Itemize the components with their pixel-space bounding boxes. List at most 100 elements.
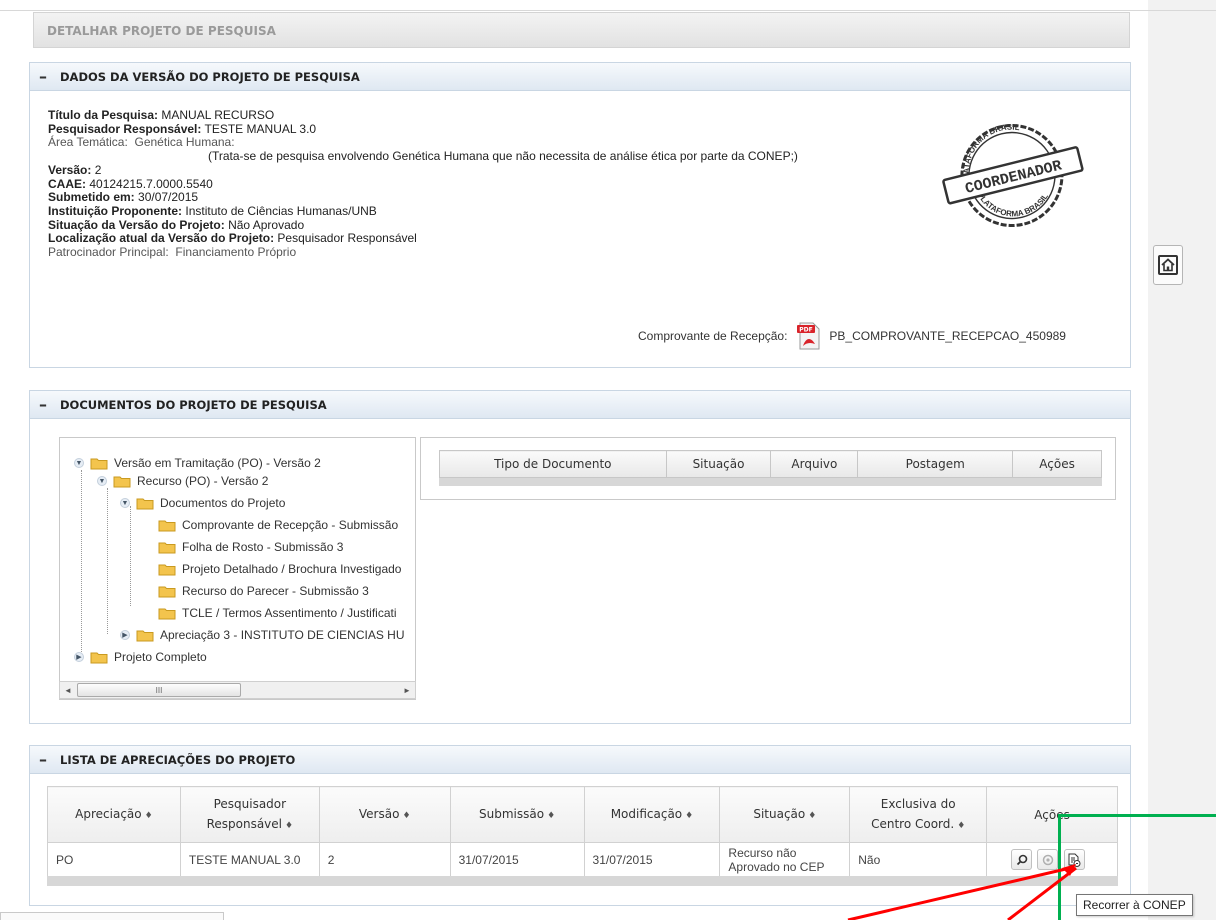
tree-node-tcle[interactable]: TCLE / Termos Assentimento / Justificati bbox=[158, 604, 397, 622]
tree-node-projeto-completo[interactable]: ▶ Projeto Completo bbox=[74, 648, 207, 666]
tree-horizontal-scrollbar[interactable]: ◄ III ► bbox=[59, 681, 416, 699]
document-table-container: Tipo de Documento Situação Arquivo Posta… bbox=[420, 437, 1116, 500]
cell-pesquisador: TESTE MANUAL 3.0 bbox=[179, 842, 320, 877]
scroll-right-button[interactable]: ► bbox=[399, 682, 415, 698]
pdf-badge-text: PDF bbox=[800, 327, 813, 334]
col-tipo-documento[interactable]: Tipo de Documento bbox=[439, 450, 667, 478]
collapsed-arrow-icon[interactable]: ▶ bbox=[120, 630, 130, 640]
col-arquivo[interactable]: Arquivo bbox=[770, 450, 859, 478]
right-gutter bbox=[1148, 0, 1216, 920]
folder-icon bbox=[136, 498, 154, 509]
area-value: Genética Humana: bbox=[134, 135, 235, 150]
expanded-arrow-icon[interactable]: ▼ bbox=[97, 476, 107, 486]
col-apreciacao[interactable]: Apreciação ♦ bbox=[47, 786, 181, 843]
home-button[interactable] bbox=[1153, 245, 1183, 285]
col-situacao[interactable]: Situação bbox=[665, 450, 772, 478]
col-pesquisador[interactable]: Pesquisador Responsável ♦ bbox=[179, 786, 320, 843]
folder-icon bbox=[158, 542, 176, 553]
sort-icon[interactable]: ♦ bbox=[685, 811, 693, 821]
red-arrow-annotation bbox=[847, 864, 1077, 920]
scroll-thumb[interactable]: III bbox=[77, 683, 241, 697]
comprovante-row: Comprovante de Recepção: PDF PB_COMPROVA… bbox=[638, 322, 1066, 350]
submetido-label: Submetido em: bbox=[48, 190, 135, 205]
col-situacao[interactable]: Situação ♦ bbox=[719, 786, 851, 843]
col-versao[interactable]: Versão ♦ bbox=[318, 786, 451, 843]
tree-label: Projeto Detalhado / Brochura Investigado bbox=[182, 562, 402, 576]
cell-apreciacao: PO bbox=[47, 842, 181, 877]
patrocinador-value: Financiamento Próprio bbox=[175, 245, 297, 260]
tree-node-recurso-parecer[interactable]: Recurso do Parecer - Submissão 3 bbox=[158, 582, 369, 600]
page-title: DETALHAR PROJETO DE PESQUISA bbox=[33, 12, 1130, 48]
home-icon bbox=[1158, 255, 1178, 275]
col-submissao[interactable]: Submissão ♦ bbox=[449, 786, 585, 843]
document-table-footer bbox=[439, 478, 1102, 486]
tree-node-apreciacao-3[interactable]: ▶ Apreciação 3 - INSTITUTO DE CIENCIAS H… bbox=[120, 626, 405, 644]
comprovante-file-link[interactable]: PB_COMPROVANTE_RECEPCAO_450989 bbox=[829, 329, 1066, 343]
folder-icon bbox=[90, 652, 108, 663]
col-modificacao[interactable]: Modificação ♦ bbox=[583, 786, 721, 843]
coordenador-stamp: PLATAFORMA BRASIL PLATAFORMA BRASIL COOR… bbox=[942, 119, 1084, 227]
folder-icon bbox=[158, 586, 176, 597]
tree-node-recurso[interactable]: ▼ Recurso (PO) - Versão 2 bbox=[97, 472, 268, 490]
area-note: (Trata-se de pesquisa envolvendo Genétic… bbox=[208, 149, 798, 164]
cell-submissao: 31/07/2015 bbox=[449, 842, 585, 877]
sort-icon[interactable]: ♦ bbox=[402, 811, 410, 821]
sort-icon[interactable]: ♦ bbox=[957, 821, 965, 831]
expanded-arrow-icon[interactable]: ▼ bbox=[74, 458, 84, 468]
version-panel-title: DADOS DA VERSÃO DO PROJETO DE PESQUISA bbox=[60, 69, 360, 84]
tree-label: Versão em Tramitação (PO) - Versão 2 bbox=[114, 456, 321, 470]
cell-versao: 2 bbox=[318, 842, 451, 877]
tree-node-documentos-projeto[interactable]: ▼ Documentos do Projeto bbox=[120, 494, 285, 512]
tree-node-folha-rosto[interactable]: Folha de Rosto - Submissão 3 bbox=[158, 538, 343, 556]
tree-node-projeto-detalhado[interactable]: Projeto Detalhado / Brochura Investigado bbox=[158, 560, 401, 578]
col-postagem[interactable]: Postagem bbox=[857, 450, 1014, 478]
sort-icon[interactable]: ♦ bbox=[808, 811, 816, 821]
cell-modificacao: 31/07/2015 bbox=[583, 842, 721, 877]
patrocinador-label: Patrocinador Principal: bbox=[48, 245, 169, 260]
instituicao-label: Instituição Proponente: bbox=[48, 203, 183, 218]
caae-value: 40124215.7.0000.5540 bbox=[89, 176, 213, 191]
collapse-version-panel-button[interactable]: – bbox=[30, 63, 56, 91]
instituicao-value: Instituto de Ciências Humanas/UNB bbox=[185, 203, 377, 218]
sort-icon[interactable]: ♦ bbox=[547, 811, 555, 821]
tree-label: Documentos do Projeto bbox=[160, 496, 286, 510]
bottom-panel-edge bbox=[0, 912, 224, 920]
version-panel-header: – DADOS DA VERSÃO DO PROJETO DE PESQUISA bbox=[30, 63, 1130, 91]
document-tree[interactable]: ▼ Versão em Tramitação (PO) - Versão 2 ▼… bbox=[59, 437, 416, 700]
tree-node-comprovante[interactable]: Comprovante de Recepção - Submissão bbox=[158, 516, 398, 534]
collapse-appraisals-panel-button[interactable]: – bbox=[30, 746, 56, 774]
scroll-grip-icon: III bbox=[155, 685, 163, 695]
recorrer-tooltip: Recorrer à CONEP bbox=[1076, 894, 1193, 916]
col-acoes[interactable]: Ações bbox=[1012, 450, 1102, 478]
sort-icon[interactable]: ♦ bbox=[285, 821, 293, 831]
comprovante-label: Comprovante de Recepção: bbox=[638, 329, 788, 343]
expanded-arrow-icon[interactable]: ▼ bbox=[120, 498, 130, 508]
collapse-documents-panel-button[interactable]: – bbox=[30, 391, 56, 419]
situacao-label: Situação da Versão do Projeto: bbox=[48, 217, 225, 232]
collapsed-arrow-icon[interactable]: ▶ bbox=[74, 652, 84, 662]
folder-icon bbox=[90, 458, 108, 469]
titulo-label: Título da Pesquisa: bbox=[48, 108, 159, 122]
col-exclusiva[interactable]: Exclusiva do Centro Coord. ♦ bbox=[849, 786, 988, 843]
tree-label: Apreciação 3 - INSTITUTO DE CIENCIAS HU bbox=[160, 628, 405, 642]
tree-label: Recurso do Parecer - Submissão 3 bbox=[182, 584, 369, 598]
pesquisador-label: Pesquisador Responsável: bbox=[48, 121, 202, 136]
versao-value: 2 bbox=[94, 162, 102, 177]
tree-label: Folha de Rosto - Submissão 3 bbox=[182, 540, 344, 554]
folder-icon bbox=[136, 630, 154, 641]
sort-icon[interactable]: ♦ bbox=[145, 811, 153, 821]
titulo-value: MANUAL RECURSO bbox=[161, 108, 275, 122]
pdf-icon[interactable]: PDF bbox=[797, 322, 821, 350]
documents-panel-header: – DOCUMENTOS DO PROJETO DE PESQUISA bbox=[30, 391, 1130, 419]
tree-node-versao-tramitacao[interactable]: ▼ Versão em Tramitação (PO) - Versão 2 bbox=[74, 454, 321, 472]
tree-label: TCLE / Termos Assentimento / Justificati bbox=[182, 606, 397, 620]
appraisals-panel-title: LISTA DE APRECIAÇÕES DO PROJETO bbox=[60, 752, 296, 767]
documents-panel-title: DOCUMENTOS DO PROJETO DE PESQUISA bbox=[60, 397, 327, 412]
tree-label: Recurso (PO) - Versão 2 bbox=[137, 474, 269, 488]
caae-label: CAAE: bbox=[48, 176, 86, 191]
versao-label: Versão: bbox=[48, 162, 92, 177]
localizacao-value: Pesquisador Responsável bbox=[277, 231, 417, 246]
localizacao-label: Localização atual da Versão do Projeto: bbox=[48, 231, 275, 246]
scroll-left-button[interactable]: ◄ bbox=[60, 682, 76, 698]
folder-icon bbox=[158, 564, 176, 575]
